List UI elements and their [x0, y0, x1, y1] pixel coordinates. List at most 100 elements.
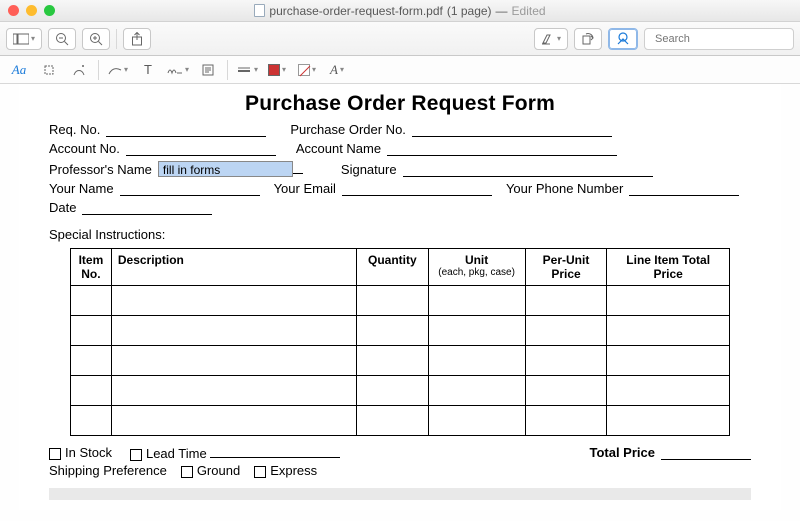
- view-mode-button[interactable]: ▾: [6, 28, 42, 50]
- minimize-window-button[interactable]: [26, 5, 37, 16]
- text-annotation-professor-name[interactable]: fill in forms: [158, 161, 293, 177]
- table-cell[interactable]: [525, 346, 607, 376]
- chevron-down-icon: ▾: [557, 34, 561, 43]
- field-date[interactable]: [82, 201, 212, 215]
- table-cell[interactable]: [525, 316, 607, 346]
- checkbox-express[interactable]: Express: [254, 463, 317, 478]
- table-cell[interactable]: [428, 406, 525, 436]
- sign-button[interactable]: ▾: [167, 60, 189, 80]
- page-footer-strip: [49, 488, 751, 500]
- crop-button[interactable]: [38, 60, 60, 80]
- table-cell[interactable]: [607, 406, 730, 436]
- label-your-email: Your Email: [274, 181, 336, 196]
- checkbox-in-stock[interactable]: In Stock: [49, 445, 112, 460]
- field-account-no[interactable]: [126, 142, 276, 156]
- table-cell[interactable]: [71, 406, 112, 436]
- label-your-name: Your Name: [49, 181, 114, 196]
- label-signature: Signature: [341, 162, 397, 177]
- col-header-per-unit-price: Per-Unit Price: [525, 249, 607, 286]
- table-cell[interactable]: [525, 286, 607, 316]
- field-po-no[interactable]: [412, 123, 612, 137]
- document-icon: [254, 4, 265, 17]
- font-button[interactable]: A▾: [326, 60, 348, 80]
- field-your-email[interactable]: [342, 182, 492, 196]
- field-your-phone[interactable]: [629, 182, 739, 196]
- field-signature[interactable]: [403, 163, 653, 177]
- table-cell[interactable]: [357, 406, 429, 436]
- label-professor-name: Professor's Name: [49, 162, 152, 177]
- shape-style-button[interactable]: ▾: [236, 60, 258, 80]
- table-row[interactable]: [71, 316, 730, 346]
- table-row[interactable]: [71, 346, 730, 376]
- table-cell[interactable]: [111, 316, 356, 346]
- col-header-description: Description: [111, 249, 356, 286]
- traffic-lights: [8, 5, 55, 16]
- table-cell[interactable]: [607, 286, 730, 316]
- table-cell[interactable]: [111, 406, 356, 436]
- instant-alpha-button[interactable]: [68, 60, 90, 80]
- table-cell[interactable]: [71, 316, 112, 346]
- label-req-no: Req. No.: [49, 122, 100, 137]
- main-toolbar: ▾ ▾: [0, 22, 800, 56]
- label-total-price: Total Price: [589, 445, 751, 460]
- sketch-button[interactable]: ▾: [107, 60, 129, 80]
- table-cell[interactable]: [357, 376, 429, 406]
- form-title: Purchase Order Request Form: [49, 92, 751, 116]
- table-cell[interactable]: [71, 346, 112, 376]
- title-separator: —: [496, 4, 508, 18]
- col-header-quantity: Quantity: [357, 249, 429, 286]
- markup-toolbar: Aa ▾ T ▾ ▾ ▾ ▾ A▾: [0, 56, 800, 84]
- table-row[interactable]: [71, 406, 730, 436]
- markup-separator: [227, 60, 228, 80]
- col-header-unit: Unit(each, pkg, case): [428, 249, 525, 286]
- table-cell[interactable]: [357, 346, 429, 376]
- document-filename: purchase-order-request-form.pdf: [269, 4, 442, 18]
- field-total-price[interactable]: [661, 446, 751, 460]
- table-cell[interactable]: [111, 346, 356, 376]
- label-account-name: Account Name: [296, 141, 381, 156]
- table-cell[interactable]: [525, 376, 607, 406]
- table-row[interactable]: [71, 286, 730, 316]
- table-cell[interactable]: [71, 376, 112, 406]
- document-page-count: (1 page): [447, 4, 492, 18]
- table-cell[interactable]: [525, 406, 607, 436]
- checkbox-lead-time[interactable]: Lead Time: [130, 444, 340, 461]
- table-cell[interactable]: [357, 286, 429, 316]
- table-cell[interactable]: [357, 316, 429, 346]
- search-field[interactable]: [644, 28, 794, 50]
- table-row[interactable]: [71, 376, 730, 406]
- rotate-button[interactable]: [574, 28, 602, 50]
- border-color-button[interactable]: ▾: [266, 60, 288, 80]
- table-cell[interactable]: [71, 286, 112, 316]
- fill-color-button[interactable]: ▾: [296, 60, 318, 80]
- pdf-page: Purchase Order Request Form Req. No. Pur…: [19, 84, 781, 510]
- document-viewport[interactable]: Purchase Order Request Form Req. No. Pur…: [0, 84, 800, 521]
- table-cell[interactable]: [428, 376, 525, 406]
- label-special-instructions: Special Instructions:: [49, 227, 751, 242]
- field-account-name[interactable]: [387, 142, 617, 156]
- table-cell[interactable]: [607, 376, 730, 406]
- window-title: purchase-order-request-form.pdf (1 page)…: [0, 4, 800, 18]
- table-cell[interactable]: [428, 316, 525, 346]
- table-cell[interactable]: [607, 346, 730, 376]
- table-cell[interactable]: [607, 316, 730, 346]
- markup-button[interactable]: [608, 28, 638, 50]
- note-button[interactable]: [197, 60, 219, 80]
- field-your-name[interactable]: [120, 182, 260, 196]
- table-cell[interactable]: [111, 286, 356, 316]
- search-input[interactable]: [655, 33, 797, 45]
- zoom-out-button[interactable]: [48, 28, 76, 50]
- markup-separator: [98, 60, 99, 80]
- highlight-button[interactable]: ▾: [534, 28, 568, 50]
- close-window-button[interactable]: [8, 5, 19, 16]
- text-style-button[interactable]: Aa: [8, 60, 30, 80]
- zoom-in-button[interactable]: [82, 28, 110, 50]
- table-cell[interactable]: [428, 286, 525, 316]
- table-cell[interactable]: [428, 346, 525, 376]
- share-button[interactable]: [123, 28, 151, 50]
- zoom-window-button[interactable]: [44, 5, 55, 16]
- field-req-no[interactable]: [106, 123, 266, 137]
- text-tool-button[interactable]: T: [137, 60, 159, 80]
- table-cell[interactable]: [111, 376, 356, 406]
- checkbox-ground[interactable]: Ground: [181, 463, 240, 478]
